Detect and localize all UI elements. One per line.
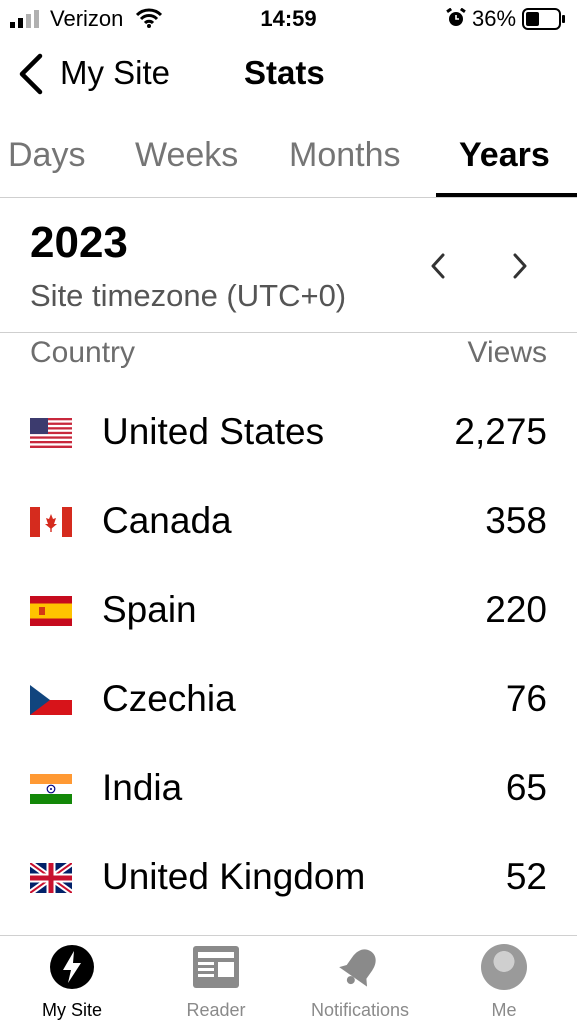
period-divider (0, 332, 577, 333)
country-name: Czechia (102, 678, 236, 719)
timezone-label: Site timezone (UTC+0) (30, 278, 347, 313)
table-row[interactable]: United States 2,275 (0, 389, 577, 478)
country-views: 220 (485, 589, 547, 630)
country-views: 358 (485, 500, 547, 541)
us-flag-icon (30, 418, 72, 448)
tabs-divider (0, 197, 577, 198)
page-title: Stats (244, 54, 325, 91)
tab-my-site[interactable]: My Site (0, 1000, 144, 1021)
status-bar: Verizon 14:59 36% (0, 0, 577, 38)
reader-icon[interactable] (193, 944, 239, 990)
country-name: United States (102, 411, 325, 452)
next-period-icon[interactable] (510, 252, 530, 280)
country-views: 65 (505, 767, 547, 808)
country-name: Canada (102, 500, 232, 541)
column-header-country: Country (30, 336, 136, 369)
avatar[interactable] (481, 944, 527, 990)
country-views: 52 (505, 856, 547, 897)
back-button[interactable]: My Site (60, 54, 170, 92)
tab-me[interactable]: Me (432, 1000, 576, 1021)
period-year: 2023 (30, 218, 128, 267)
gb-flag-icon (30, 863, 72, 893)
tab-days[interactable]: Days (8, 136, 85, 175)
battery-percent: 36% (472, 6, 517, 31)
cz-flag-icon (30, 685, 72, 715)
table-row[interactable]: United Kingdom 52 (0, 834, 577, 923)
in-flag-icon (30, 774, 72, 804)
tab-reader[interactable]: Reader (144, 1000, 288, 1021)
battery-icon (522, 8, 565, 30)
table-row[interactable]: Canada 358 (0, 478, 577, 567)
ca-flag-icon (30, 507, 72, 537)
table-row[interactable]: Czechia 76 (0, 656, 577, 745)
tab-notifications[interactable]: Notifications (288, 1000, 432, 1021)
country-views: 76 (505, 678, 547, 719)
alarm-icon (446, 8, 466, 26)
column-header-views: Views (467, 336, 547, 369)
country-name: India (102, 767, 183, 808)
table-row[interactable]: India 65 (0, 745, 577, 834)
country-views: 2,275 (454, 411, 547, 452)
wordpress-icon[interactable] (49, 944, 95, 990)
tab-months[interactable]: Months (289, 136, 401, 175)
back-chevron-icon[interactable] (14, 52, 50, 96)
tab-weeks[interactable]: Weeks (135, 136, 238, 175)
country-name: United Kingdom (102, 856, 366, 897)
country-name: Spain (102, 589, 197, 630)
es-flag-icon (30, 596, 72, 626)
table-row[interactable]: Spain 220 (0, 567, 577, 656)
tab-years[interactable]: Years (459, 136, 550, 175)
bell-icon[interactable] (337, 944, 383, 990)
previous-period-icon[interactable] (428, 252, 448, 280)
